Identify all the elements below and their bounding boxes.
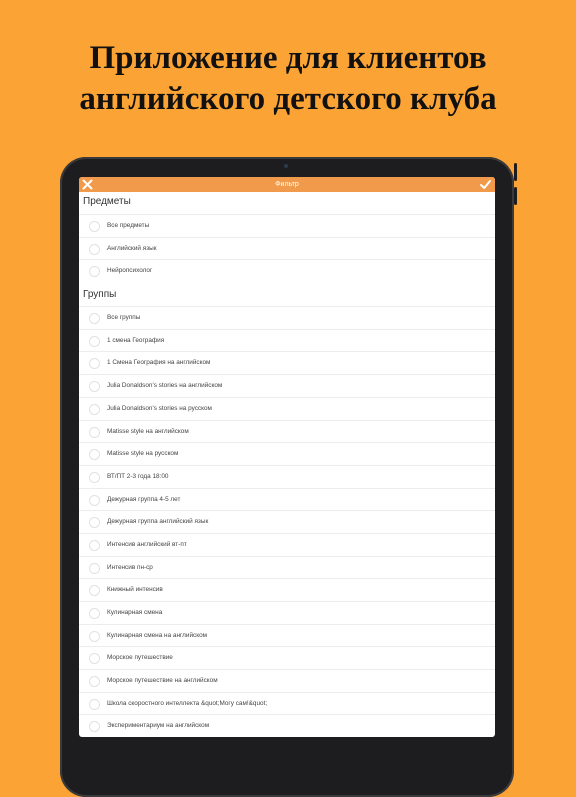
filter-option-label: Школа скоростного интеллекта &quot;Могу … bbox=[107, 699, 268, 707]
side-button bbox=[514, 187, 517, 205]
filter-option-label: Все предметы bbox=[107, 222, 150, 229]
filter-option-row[interactable]: Кулинарная смена bbox=[79, 601, 495, 624]
promo-title-line2: английского детского клуба bbox=[79, 81, 497, 117]
radio-circle-icon[interactable] bbox=[89, 426, 100, 438]
filter-option-row[interactable]: Matisse style на английском bbox=[79, 419, 495, 443]
filter-option-row[interactable]: Книжный интенсив bbox=[79, 578, 495, 601]
filter-option-row[interactable]: Морское путешествие bbox=[79, 646, 495, 669]
filter-option-label: 1 Смена География на английском bbox=[107, 359, 211, 367]
filter-option-row[interactable]: Julia Donaldson's stories на русском bbox=[79, 396, 495, 420]
radio-circle-icon[interactable] bbox=[89, 653, 100, 665]
filter-option-row[interactable]: Дежурная группа 4-5 лет bbox=[79, 487, 495, 511]
radio-circle-icon[interactable] bbox=[89, 721, 100, 733]
filter-option-row[interactable]: Экспериментариум на английском bbox=[79, 714, 495, 737]
filter-option-label: ВТ/ПТ 2-3 года 18:00 bbox=[107, 472, 169, 480]
filter-option-label: Книжный интенсив bbox=[107, 586, 163, 594]
radio-circle-icon[interactable] bbox=[89, 630, 100, 642]
tablet-device-frame: Фильтр Предметы Все предметы Английский я… bbox=[60, 157, 517, 797]
subjects-list: Все предметы Английский язык Нейропсихолог bbox=[79, 214, 495, 282]
radio-circle-icon[interactable] bbox=[89, 243, 100, 255]
section-header-subjects: Предметы bbox=[83, 196, 131, 207]
navbar: Фильтр bbox=[79, 177, 495, 192]
radio-circle-icon[interactable] bbox=[89, 471, 100, 483]
radio-circle-icon[interactable] bbox=[89, 381, 100, 393]
filter-option-label: 1 смена География bbox=[107, 336, 165, 344]
filter-option-label: Интенсив пн-ср bbox=[107, 563, 153, 571]
filter-option-label: Julia Donaldson's stories на русском bbox=[107, 404, 212, 412]
filter-option-row[interactable]: 1 смена География bbox=[79, 328, 495, 352]
section-header-groups: Группы bbox=[83, 289, 117, 301]
checkmark-icon[interactable] bbox=[479, 178, 492, 191]
radio-circle-icon[interactable] bbox=[89, 676, 100, 688]
radio-circle-icon[interactable] bbox=[89, 698, 100, 710]
radio-circle-icon[interactable] bbox=[89, 335, 100, 347]
app-screen: Фильтр Предметы Все предметы Английский я… bbox=[79, 177, 495, 737]
promo-title: Приложение для клиентов английского детс… bbox=[0, 38, 576, 120]
radio-circle-icon[interactable] bbox=[89, 562, 100, 574]
filter-option-row[interactable]: Интенсив английский вт-пт bbox=[79, 532, 495, 556]
radio-circle-icon[interactable] bbox=[89, 358, 100, 370]
radio-circle-icon[interactable] bbox=[89, 313, 100, 325]
filter-option-label: Морское путешествие на английском bbox=[107, 677, 218, 685]
filter-option-row[interactable]: Дежурная группа английский язык bbox=[79, 510, 495, 533]
filter-option-row[interactable]: Морское путешествие на английском bbox=[79, 669, 495, 692]
side-button bbox=[514, 163, 517, 181]
filter-option-row[interactable]: Нейропсихолог bbox=[79, 259, 495, 282]
filter-option-label: Кулинарная смена bbox=[107, 609, 163, 616]
navbar-title: Фильтр bbox=[275, 181, 299, 188]
filter-option-label: Интенсив английский вт-пт bbox=[107, 540, 187, 548]
radio-circle-icon[interactable] bbox=[89, 608, 100, 619]
filter-option-row[interactable]: 1 Смена География на английском bbox=[79, 351, 495, 374]
filter-option-row[interactable]: Интенсив пн-ср bbox=[79, 555, 495, 579]
filter-option-row[interactable]: Все предметы bbox=[79, 214, 495, 237]
filter-option-label: Экспериментариум на английском bbox=[107, 722, 210, 730]
filter-option-label: Дежурная группа 4-5 лет bbox=[107, 495, 181, 503]
filter-option-row[interactable]: Julia Donaldson's stories на английском bbox=[79, 374, 495, 397]
filter-option-row[interactable]: Школа скоростного интеллекта &quot;Могу … bbox=[79, 691, 495, 715]
filter-option-label: Все группы bbox=[107, 314, 141, 322]
filter-option-row[interactable]: Все группы bbox=[79, 306, 495, 329]
groups-list: Все группы 1 смена География 1 Смена Геогр… bbox=[79, 306, 495, 737]
radio-circle-icon[interactable] bbox=[89, 517, 100, 529]
filter-option-label: Нейропсихолог bbox=[107, 267, 153, 275]
radio-circle-icon[interactable] bbox=[89, 539, 100, 551]
filter-option-label: Дежурная группа английский язык bbox=[107, 518, 209, 526]
radio-circle-icon[interactable] bbox=[89, 449, 100, 461]
radio-circle-icon[interactable] bbox=[89, 585, 100, 597]
radio-circle-icon[interactable] bbox=[89, 266, 100, 278]
filter-option-row[interactable]: Кулинарная смена на английском bbox=[79, 623, 495, 647]
radio-circle-icon[interactable] bbox=[89, 494, 100, 506]
filter-option-label: Matisse style на английском bbox=[107, 427, 189, 435]
filter-list: Предметы Все предметы Английский язык Нейр… bbox=[79, 192, 495, 737]
radio-circle-icon[interactable] bbox=[89, 221, 100, 232]
filter-option-label: Английский язык bbox=[107, 244, 157, 252]
filter-option-label: Морское путешествие bbox=[107, 654, 173, 662]
filter-option-row[interactable]: ВТ/ПТ 2-3 года 18:00 bbox=[79, 464, 495, 488]
filter-option-row[interactable]: Английский язык bbox=[79, 236, 495, 260]
radio-circle-icon[interactable] bbox=[89, 403, 100, 415]
filter-option-row[interactable]: Matisse style на русском bbox=[79, 442, 495, 465]
camera-dot bbox=[284, 164, 288, 168]
filter-option-label: Matisse style на русском bbox=[107, 450, 179, 458]
filter-option-label: Кулинарная смена на английском bbox=[107, 631, 208, 639]
promo-title-line1: Приложение для клиентов bbox=[89, 40, 487, 76]
filter-option-label: Julia Donaldson's stories на английском bbox=[107, 382, 223, 390]
